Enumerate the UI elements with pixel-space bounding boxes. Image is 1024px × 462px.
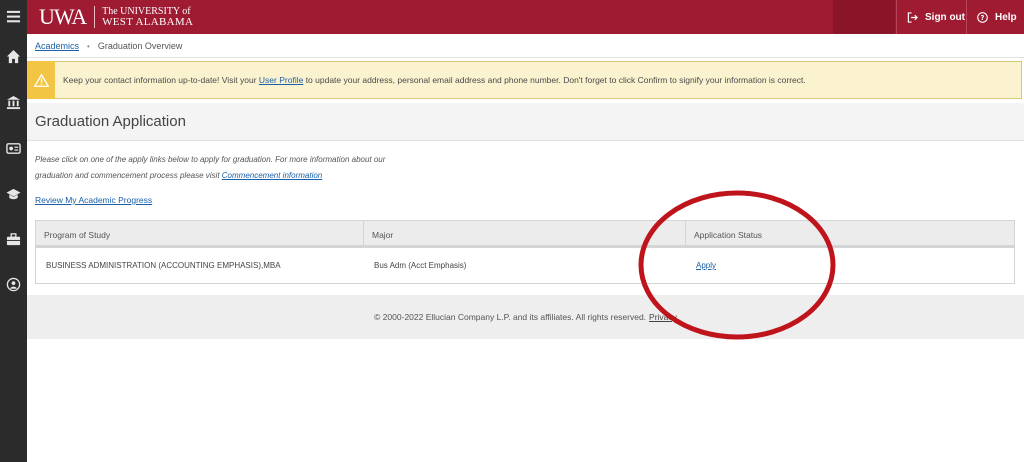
sign-out-icon	[907, 11, 918, 23]
breadcrumb: Academics • Graduation Overview	[35, 41, 182, 51]
logo-wordmark: The UNIVERSITY of WEST ALABAMA	[102, 6, 193, 28]
copyright-text: © 2000-2022 Ellucian Company L.P. and it…	[374, 312, 647, 322]
page-title-bar: Graduation Application	[27, 103, 1024, 141]
intro-line-1: Please click on one of the apply links b…	[35, 155, 386, 164]
breadcrumb-current: Graduation Overview	[97, 41, 183, 51]
graduation-cap-icon[interactable]	[0, 183, 27, 205]
user-profile-link[interactable]: User Profile	[259, 75, 303, 85]
intro-text: Please click on one of the apply links b…	[35, 152, 395, 184]
user-icon[interactable]	[0, 273, 27, 295]
sign-out-button[interactable]: Sign out	[896, 0, 975, 34]
breadcrumb-academics-link[interactable]: Academics	[35, 41, 79, 51]
menu-icon[interactable]	[0, 5, 27, 27]
notice-message: Keep your contact information up-to-date…	[63, 75, 806, 85]
id-card-icon[interactable]	[0, 137, 27, 159]
sign-out-label: Sign out	[925, 11, 965, 23]
table-header: Program of Study Major Application Statu…	[36, 221, 1014, 248]
table-row: BUSINESS ADMINISTRATION (ACCOUNTING EMPH…	[36, 248, 1014, 283]
column-header-program: Program of Study	[36, 221, 364, 245]
warning-icon	[27, 61, 55, 99]
help-label: Help	[995, 11, 1017, 23]
top-header: UWA The UNIVERSITY of WEST ALABAMA Sign …	[27, 0, 1024, 34]
red-circle-annotation	[638, 190, 836, 340]
header-spacer	[833, 0, 895, 34]
help-button[interactable]: ? Help	[966, 0, 1024, 34]
page-root: UWA The UNIVERSITY of WEST ALABAMA Sign …	[0, 0, 1024, 462]
breadcrumb-separator: •	[87, 41, 90, 51]
logo-line-2: WEST ALABAMA	[102, 16, 194, 28]
breadcrumb-divider	[27, 57, 1024, 58]
sidebar	[0, 0, 27, 462]
programs-table: Program of Study Major Application Statu…	[35, 220, 1015, 284]
home-icon[interactable]	[0, 45, 27, 67]
intro-line-2: graduation and commencement process plea…	[35, 168, 395, 184]
bank-icon[interactable]	[0, 91, 27, 113]
notice-text-before: Keep your contact information up-to-date…	[63, 75, 259, 85]
help-icon: ?	[977, 11, 988, 23]
page-title: Graduation Application	[35, 113, 186, 130]
svg-text:?: ?	[981, 13, 985, 21]
contact-info-notice: Keep your contact information up-to-date…	[27, 61, 1022, 99]
review-academic-progress-link[interactable]: Review My Academic Progress	[35, 195, 152, 205]
university-logo[interactable]: UWA The UNIVERSITY of WEST ALABAMA	[39, 2, 193, 32]
footer: © 2000-2022 Ellucian Company L.P. and it…	[27, 295, 1024, 339]
notice-text-after: to update your address, personal email a…	[303, 75, 806, 85]
commencement-info-link[interactable]: Commencement information	[222, 171, 322, 180]
cell-program: BUSINESS ADMINISTRATION (ACCOUNTING EMPH…	[46, 261, 281, 270]
intro-line-2-text: graduation and commencement process plea…	[35, 171, 222, 180]
logo-divider	[94, 6, 96, 28]
briefcase-icon[interactable]	[0, 228, 27, 250]
logo-mark: UWA	[39, 4, 87, 29]
